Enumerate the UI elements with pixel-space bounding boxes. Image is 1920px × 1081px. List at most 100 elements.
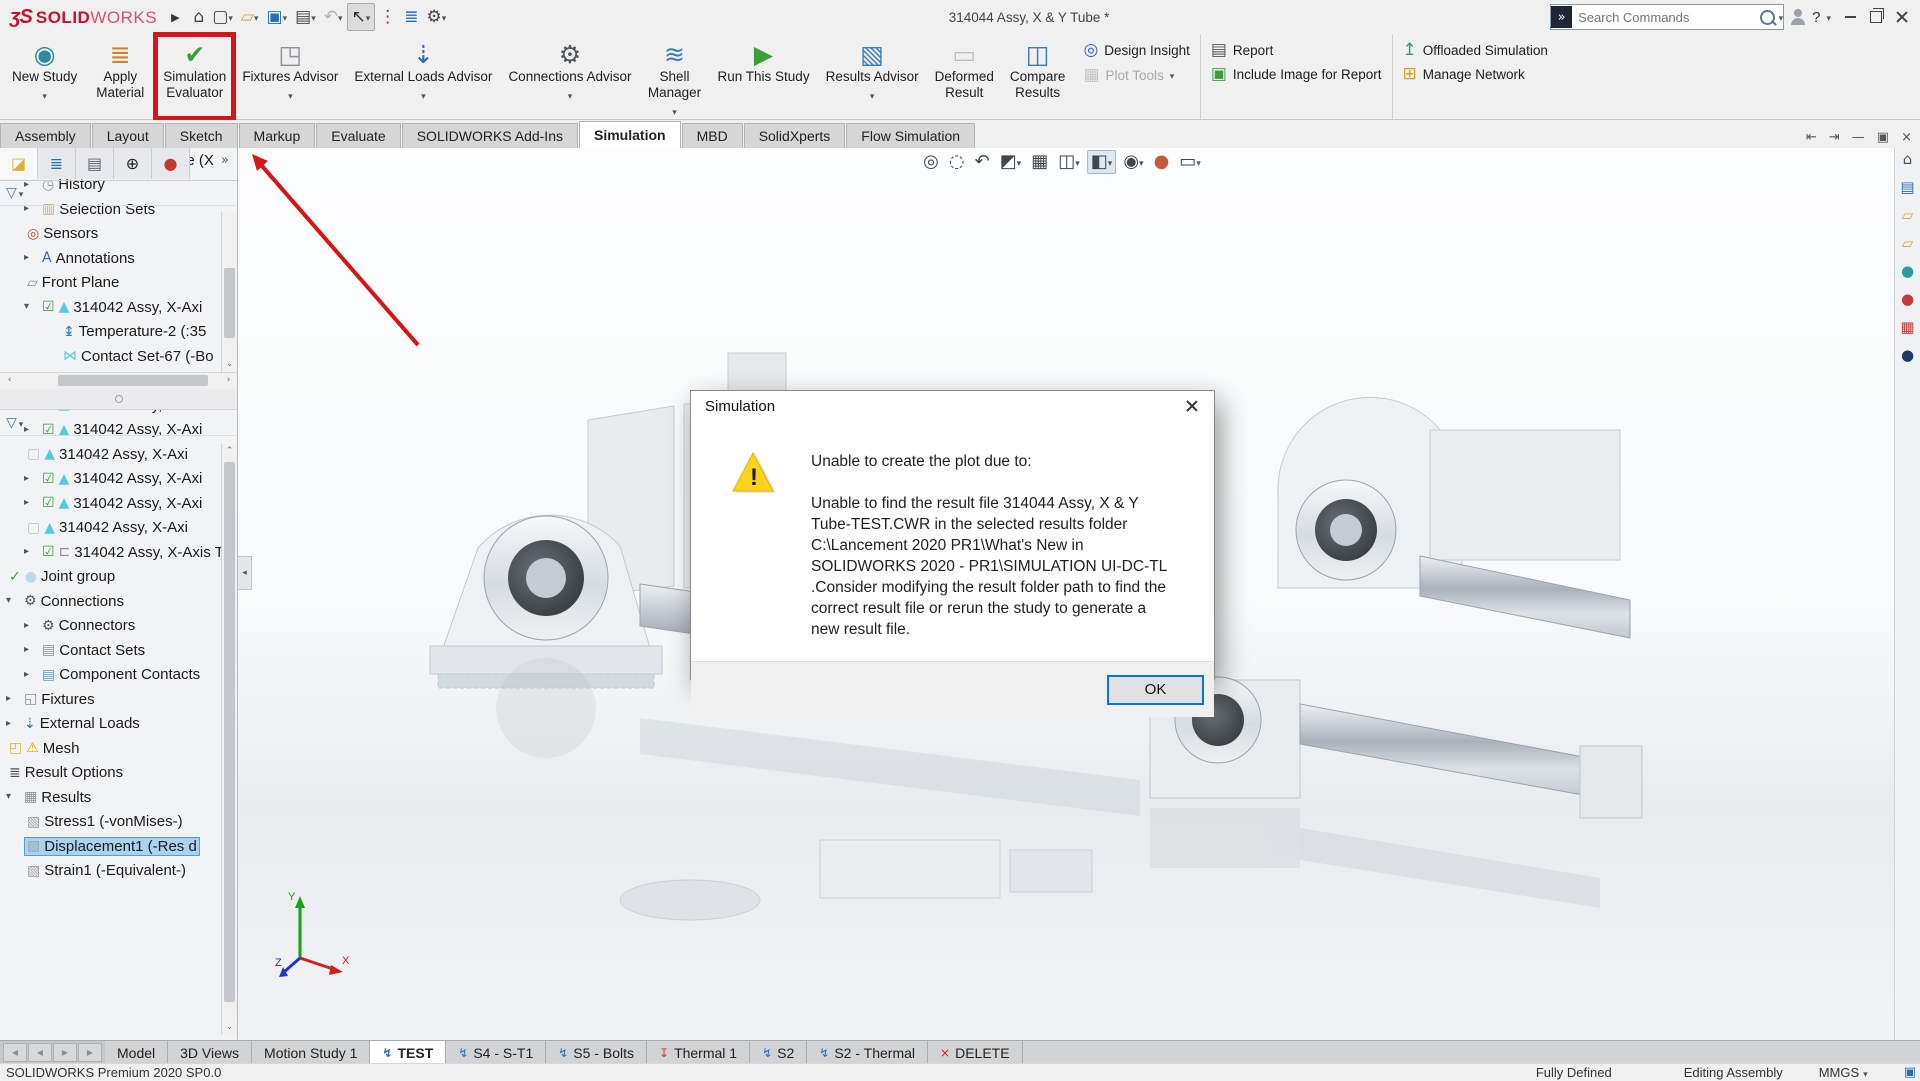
- report-button[interactable]: ▤ Report: [1211, 42, 1382, 59]
- tree-filter-bar[interactable]: ▽: [0, 180, 238, 206]
- save-icon[interactable]: ▣: [263, 4, 292, 30]
- tree-item[interactable]: ▸ ☑ ⊏ 314042 Assy, X-Axis Tu: [0, 540, 237, 565]
- model-tab[interactable]: ↯ TEST: [370, 1041, 446, 1064]
- expand-arrow-icon[interactable]: ▸: [24, 498, 39, 508]
- results-advisor-button[interactable]: ▧ Results Advisor: [818, 34, 927, 119]
- first-tab-button[interactable]: ◀: [3, 1043, 27, 1062]
- tree-item[interactable]: ▸ ☑ ▲ 314042 Assy, X-Axi: [0, 467, 237, 492]
- expand-arrow-icon[interactable]: ▾: [6, 792, 21, 802]
- select-icon[interactable]: ↖: [347, 3, 376, 31]
- custom-properties-icon[interactable]: ▦: [1900, 320, 1914, 335]
- tree-item[interactable]: ▧ Displacement1 (-Res d: [0, 834, 237, 859]
- command-tab[interactable]: Evaluate: [316, 123, 400, 148]
- external-loads-advisor-button[interactable]: ⇣ External Loads Advisor: [346, 34, 500, 119]
- help-caret-icon[interactable]: [1826, 8, 1831, 26]
- scroll-down-icon[interactable]: ⌄: [222, 1020, 237, 1035]
- command-tab[interactable]: Flow Simulation: [846, 123, 975, 148]
- study-filter-bar[interactable]: ▽: [0, 410, 238, 436]
- command-tab[interactable]: Sketch: [165, 123, 238, 148]
- previous-window-icon[interactable]: ⇤: [1806, 131, 1817, 144]
- scroll-up-icon[interactable]: ⌃: [222, 444, 237, 459]
- display-style-icon[interactable]: ◧: [1087, 150, 1117, 174]
- command-tab[interactable]: Assembly: [0, 123, 91, 148]
- tree-item[interactable]: ◰ ⚠ Mesh: [0, 736, 237, 761]
- model-tab[interactable]: ↯ S5 - Bolts: [546, 1041, 647, 1064]
- next-tab-button[interactable]: ▶: [53, 1043, 77, 1062]
- ok-button[interactable]: OK: [1107, 675, 1204, 705]
- help-button[interactable]: ?: [1812, 9, 1820, 26]
- scroll-down-icon[interactable]: ⌄: [222, 357, 237, 372]
- tree-item[interactable]: ▢ ▲ 314042 Assy, X-Axi: [0, 442, 237, 467]
- apply-material-button[interactable]: ≣ Apply Material: [85, 34, 155, 119]
- zoom-to-area-icon[interactable]: ◌: [946, 151, 968, 173]
- model-tab[interactable]: ↯ S4 - S-T1: [446, 1041, 546, 1064]
- menu-flyout-icon[interactable]: ▶: [171, 12, 179, 23]
- configurationmanager-tab[interactable]: ▤: [76, 148, 114, 179]
- scroll-right-icon[interactable]: ›: [221, 373, 236, 388]
- section-view-icon[interactable]: ◩: [997, 151, 1025, 173]
- solidworks-forum-icon[interactable]: ●: [1901, 348, 1914, 363]
- graphics-viewport[interactable]: ◎ ◌ ↶ ◩ ▦ ◫: [238, 148, 1920, 1040]
- home-tab-icon[interactable]: ⌂: [1903, 152, 1913, 167]
- search-input[interactable]: [1572, 10, 1760, 25]
- tree-item[interactable]: ↨ Temperature-2 (:35: [0, 320, 237, 345]
- simulation-evaluator-button[interactable]: ✔ Simulation Evaluator: [155, 34, 234, 119]
- tree-item[interactable]: ▸ ▤ Contact Sets: [0, 638, 237, 663]
- print-icon[interactable]: ▤: [291, 4, 320, 30]
- command-tab[interactable]: MBD: [682, 123, 743, 148]
- hide-show-items-icon[interactable]: ◉: [1120, 151, 1146, 173]
- expand-arrow-icon[interactable]: ▸: [24, 645, 39, 655]
- manage-network-button[interactable]: ⊞ Manage Network: [1403, 66, 1548, 83]
- solidworks-resources-icon[interactable]: ▤: [1900, 180, 1914, 195]
- search-icon[interactable]: [1760, 10, 1774, 25]
- previous-view-icon[interactable]: ↶: [972, 151, 993, 173]
- model-tab[interactable]: ↯ S2 - Thermal: [807, 1041, 928, 1064]
- dialog-close-button[interactable]: [1170, 391, 1214, 421]
- view-palette-icon[interactable]: ●: [1901, 264, 1914, 279]
- search-caret-icon[interactable]: [1779, 8, 1784, 26]
- model-tab[interactable]: Model: [105, 1041, 168, 1064]
- search-bar[interactable]: »: [1550, 4, 1784, 30]
- tree-item[interactable]: ≣ Result Options: [0, 761, 237, 786]
- dimxpertmanager-tab[interactable]: ⊕: [114, 148, 152, 179]
- expand-arrow-icon[interactable]: ▸: [24, 670, 39, 680]
- expand-arrow-icon[interactable]: ▾: [24, 302, 39, 312]
- panel-collapse-handle[interactable]: ◂: [238, 556, 252, 590]
- interrupt-icon[interactable]: ⋮: [375, 4, 400, 30]
- new-study-button[interactable]: ◉ New Study: [4, 34, 85, 119]
- tree-item[interactable]: ▸ ⚙ Connectors: [0, 614, 237, 639]
- panel-splitter[interactable]: [0, 389, 238, 410]
- command-tab[interactable]: Markup: [239, 123, 316, 148]
- dialog-title-bar[interactable]: Simulation: [691, 391, 1214, 421]
- tree-item[interactable]: ▸ ☑ ▲ 314042 Assy, X-Axi: [0, 491, 237, 516]
- zoom-to-fit-icon[interactable]: ◎: [920, 151, 942, 173]
- user-icon[interactable]: [1790, 9, 1806, 25]
- last-tab-button[interactable]: ▶: [78, 1043, 102, 1062]
- expand-arrow-icon[interactable]: ▸: [6, 694, 21, 704]
- command-tab[interactable]: Layout: [92, 123, 164, 148]
- document-minimize-icon[interactable]: —: [1852, 131, 1865, 144]
- file-explorer-icon[interactable]: ▱: [1902, 236, 1914, 251]
- options-gear-icon[interactable]: ⚙: [423, 4, 451, 30]
- design-insight-button[interactable]: ◎ Design Insight: [1083, 42, 1189, 59]
- propertymanager-tab[interactable]: ≣: [38, 148, 76, 179]
- model-tab[interactable]: Motion Study 1: [252, 1041, 370, 1064]
- view-settings-icon[interactable]: ▭: [1176, 151, 1204, 173]
- appearances-scenes-icon[interactable]: ●: [1901, 292, 1914, 307]
- featuremanager-tab[interactable]: ◪: [0, 148, 38, 179]
- expand-arrow-icon[interactable]: ▸: [24, 253, 39, 263]
- command-tab[interactable]: Simulation: [579, 121, 681, 148]
- connections-advisor-button[interactable]: ⚙ Connections Advisor: [500, 34, 639, 119]
- shell-manager-button[interactable]: ≋ Shell Manager: [640, 34, 710, 119]
- tree-item[interactable]: ⋈ Contact Set-67 (-Bo: [0, 344, 237, 369]
- command-tab[interactable]: SOLIDWORKS Add-Ins: [402, 123, 578, 148]
- restore-button[interactable]: [1870, 11, 1882, 23]
- offloaded-simulation-button[interactable]: ↥ Offloaded Simulation: [1403, 42, 1548, 59]
- tree-item[interactable]: ▾ ☑ ▲ 314042 Assy, X-Axi: [0, 295, 237, 320]
- tree-item[interactable]: ▱ Front Plane: [0, 271, 237, 296]
- edit-appearance-icon[interactable]: ●: [1151, 151, 1173, 173]
- tree-item[interactable]: ▸ A Annotations: [0, 246, 237, 271]
- tree-item[interactable]: ▸ ◱ Fixtures: [0, 687, 237, 712]
- dynamic-annotation-icon[interactable]: ▦: [1028, 151, 1051, 173]
- home-icon[interactable]: ⌂: [190, 4, 209, 30]
